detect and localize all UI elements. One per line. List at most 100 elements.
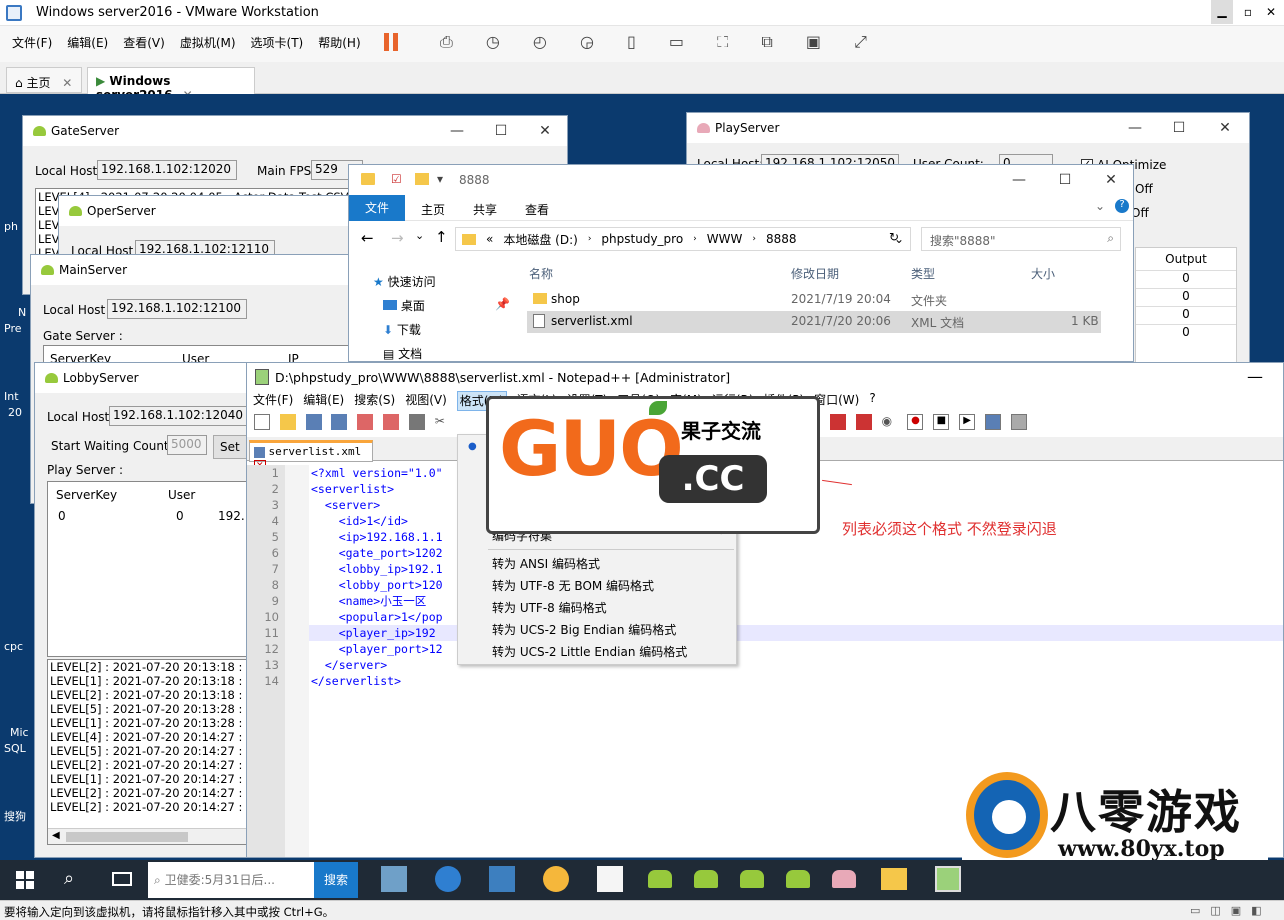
breadcrumb[interactable]: WWW [707, 232, 743, 246]
tool-icon[interactable] [830, 414, 846, 430]
scroll-left-icon[interactable]: ◀ [52, 830, 60, 841]
breadcrumb[interactable]: « [486, 232, 493, 246]
address-path[interactable]: « 本地磁盘 (D:) › phpstudy_pro › WWW › 8888 ⌄ [455, 227, 911, 251]
maximize-button[interactable]: ▫ [1237, 0, 1259, 24]
up-icon[interactable]: ↑ [435, 228, 448, 246]
menu-item-ansi[interactable]: 转为 ANSI 编码格式 [458, 553, 736, 575]
file-tab[interactable]: serverlist.xml ✕ [249, 440, 373, 472]
new-file-icon[interactable] [254, 414, 270, 430]
maximize-button[interactable]: ☐ [1165, 117, 1193, 139]
android-app-icon[interactable] [694, 870, 718, 888]
close-button[interactable]: ✕ [531, 120, 559, 142]
local-host-field[interactable]: 192.168.1.102:12100 [107, 299, 247, 319]
save-icon[interactable] [305, 414, 322, 430]
menu-search[interactable]: 搜索(S) [354, 391, 395, 411]
dropdown-icon[interactable]: ⌄ [415, 229, 424, 242]
menu-item-utf8[interactable]: 转为 UTF-8 编码格式 [458, 597, 736, 619]
horizontal-scrollbar[interactable]: ◀ [48, 828, 247, 844]
taskbar-search-box[interactable]: ⌕ 卫健委:5月31日后... [148, 862, 314, 898]
menu-file[interactable]: 文件(F) [253, 391, 293, 411]
menu-item-ucs2-le[interactable]: 转为 UCS-2 Little Endian 编码格式 [458, 641, 736, 663]
ribbon-tab-view[interactable]: 查看 [525, 201, 549, 218]
cut-icon[interactable]: ✂ [435, 414, 451, 430]
help-icon[interactable]: ? [1115, 199, 1129, 213]
menu-view[interactable]: 视图(V) [405, 391, 447, 411]
record-macro-icon[interactable]: ● [907, 414, 924, 430]
close-button[interactable]: ✕ [1260, 0, 1282, 24]
minimize-button[interactable]: — [1121, 117, 1149, 139]
android-app-icon[interactable] [832, 870, 856, 888]
refresh-icon[interactable]: ↻ [889, 230, 899, 244]
save-all-icon[interactable] [331, 414, 348, 430]
ribbon-tab-file[interactable]: 文件 [349, 195, 405, 221]
menu-window[interactable]: 窗口(W) [814, 391, 859, 411]
minimize-button[interactable]: ▁ [1211, 0, 1233, 24]
nav-quick-access[interactable]: ★ 快速访问 [369, 273, 519, 297]
notepadpp-icon[interactable] [935, 866, 961, 892]
app-icon[interactable] [543, 866, 569, 892]
ribbon-tab-home[interactable]: 主页 [421, 201, 445, 218]
menu-item-ucs2-be[interactable]: 转为 UCS-2 Big Endian 编码格式 [458, 619, 736, 641]
tab-home[interactable]: ⌂ 主页 ✕ [6, 67, 82, 93]
app-icon[interactable] [489, 866, 515, 892]
close-button[interactable]: ✕ [1211, 117, 1239, 139]
search-input[interactable]: 搜索"8888" ⌕ [921, 227, 1121, 251]
maximize-button[interactable]: ☐ [1051, 169, 1079, 191]
file-row-selected[interactable]: serverlist.xml 2021/7/20 20:06 XML 文档 1 … [527, 311, 1101, 333]
column-header-name[interactable]: 名称 [529, 265, 553, 282]
nav-desktop[interactable]: 桌面 📌 [369, 297, 519, 321]
set-button[interactable]: Set [213, 435, 247, 459]
minimize-button[interactable]: — [443, 120, 471, 142]
file-explorer-icon[interactable] [881, 868, 907, 890]
nav-downloads[interactable]: ⬇ 下载 [369, 321, 519, 345]
close-file-icon[interactable] [357, 414, 374, 430]
file-row[interactable]: shop 2021/7/19 20:04 文件夹 [527, 289, 1101, 311]
close-all-icon[interactable] [383, 414, 400, 430]
back-icon[interactable]: ← [361, 229, 374, 247]
browser-icon[interactable] [435, 866, 461, 892]
task-view-icon[interactable] [112, 872, 132, 886]
ribbon-expand-icon[interactable]: ⌄ [1095, 199, 1105, 213]
android-app-icon[interactable] [648, 870, 672, 888]
play-macro-icon[interactable]: ▶ [959, 414, 976, 430]
off-option[interactable]: Off [1135, 182, 1153, 196]
run-macro-multiple-icon[interactable] [984, 414, 1001, 430]
menu-help[interactable]: ? [869, 391, 875, 411]
local-host-field[interactable]: 192.168.1.102:12040 [109, 406, 247, 426]
close-button[interactable]: ✕ [1097, 169, 1125, 191]
pause-icon[interactable] [384, 33, 398, 51]
search-icon[interactable]: ⌕ [64, 868, 74, 889]
minimize-button[interactable]: — [1005, 169, 1033, 191]
column-header[interactable]: ServerKey [56, 488, 117, 502]
android-app-icon[interactable] [786, 870, 810, 888]
eye-icon[interactable]: ◉ [882, 414, 898, 430]
start-button[interactable] [16, 871, 34, 889]
menu-file[interactable]: 文件(F) [12, 34, 52, 51]
android-app-icon[interactable] [740, 870, 764, 888]
print-icon[interactable] [408, 414, 425, 430]
breadcrumb[interactable]: 8888 [766, 232, 797, 246]
maximize-button[interactable]: ☐ [487, 120, 515, 142]
local-host-field[interactable]: 192.168.1.102:12020 [97, 160, 237, 180]
menu-help[interactable]: 帮助(H) [318, 34, 360, 51]
column-header-type[interactable]: 类型 [911, 265, 935, 282]
taskbar-search-button[interactable]: 搜索 [314, 862, 358, 898]
wait-count-field[interactable]: 5000 [167, 435, 207, 455]
menu-view[interactable]: 查看(V) [123, 34, 165, 51]
save-macro-icon[interactable] [1010, 414, 1027, 430]
stop-macro-icon[interactable]: ■ [933, 414, 950, 430]
ribbon-tab-share[interactable]: 共享 [473, 201, 497, 218]
menu-item-utf8-no-bom[interactable]: 转为 UTF-8 无 BOM 编码格式 [458, 575, 736, 597]
breadcrumb[interactable]: 本地磁盘 (D:) [503, 231, 577, 248]
tab-vm[interactable]: ▶ Windows server2016 ✕ [87, 67, 255, 102]
minimize-button[interactable]: — [1247, 367, 1263, 386]
pin-icon[interactable]: 📌 [495, 297, 510, 311]
menu-tabs[interactable]: 选项卡(T) [251, 34, 304, 51]
dropdown-icon[interactable]: ▾ [437, 172, 443, 186]
tool-icon[interactable] [855, 414, 872, 430]
breadcrumb[interactable]: phpstudy_pro [601, 232, 683, 246]
app-icon[interactable] [597, 866, 623, 892]
menu-edit[interactable]: 编辑(E) [67, 34, 108, 51]
nav-documents[interactable]: ▤ 文档 [369, 345, 519, 361]
tab-close-icon[interactable]: ✕ [62, 76, 72, 90]
